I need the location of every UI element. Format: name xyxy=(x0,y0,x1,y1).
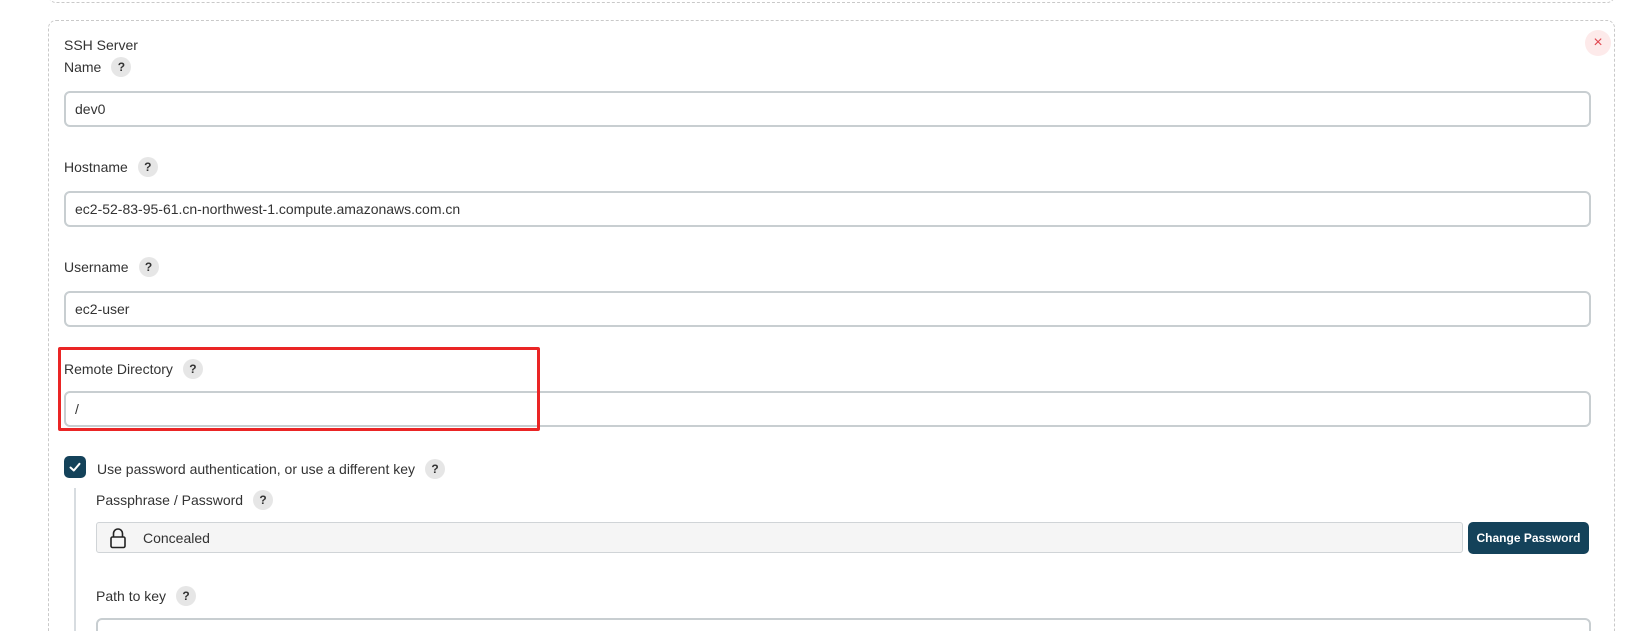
page: × SSH Server Name ? Hostname ? Username … xyxy=(0,0,1640,631)
passphrase-concealed-field: Concealed xyxy=(96,522,1463,553)
remote-directory-label: Remote Directory ? xyxy=(64,359,203,379)
help-icon[interactable]: ? xyxy=(137,157,158,177)
help-icon[interactable]: ? xyxy=(253,490,274,510)
help-icon[interactable]: ? xyxy=(425,459,446,479)
hostname-field[interactable] xyxy=(64,191,1591,227)
help-icon[interactable]: ? xyxy=(138,257,159,277)
username-label: Username ? xyxy=(64,257,159,277)
help-icon[interactable]: ? xyxy=(176,586,197,606)
name-label: Name ? xyxy=(64,57,132,77)
hostname-label: Hostname ? xyxy=(64,157,158,177)
nested-section-line xyxy=(74,488,76,631)
path-to-key-field[interactable] xyxy=(96,618,1591,631)
name-field[interactable] xyxy=(64,91,1591,127)
change-password-button[interactable]: Change Password xyxy=(1468,522,1589,554)
check-icon xyxy=(69,462,81,472)
path-to-key-label: Path to key ? xyxy=(96,586,197,606)
help-icon[interactable]: ? xyxy=(182,359,203,379)
help-icon[interactable]: ? xyxy=(111,57,132,77)
lock-icon xyxy=(109,527,127,549)
close-icon[interactable]: × xyxy=(1585,30,1611,56)
passphrase-label: Passphrase / Password ? xyxy=(96,490,274,510)
section-title: SSH Server xyxy=(64,37,138,53)
username-field[interactable] xyxy=(64,291,1591,327)
parent-section-border xyxy=(48,0,1615,3)
password-auth-label: Use password authentication, or use a di… xyxy=(97,459,446,479)
password-auth-checkbox[interactable] xyxy=(64,456,86,478)
remote-directory-field[interactable] xyxy=(64,391,1591,427)
concealed-text: Concealed xyxy=(143,529,210,546)
